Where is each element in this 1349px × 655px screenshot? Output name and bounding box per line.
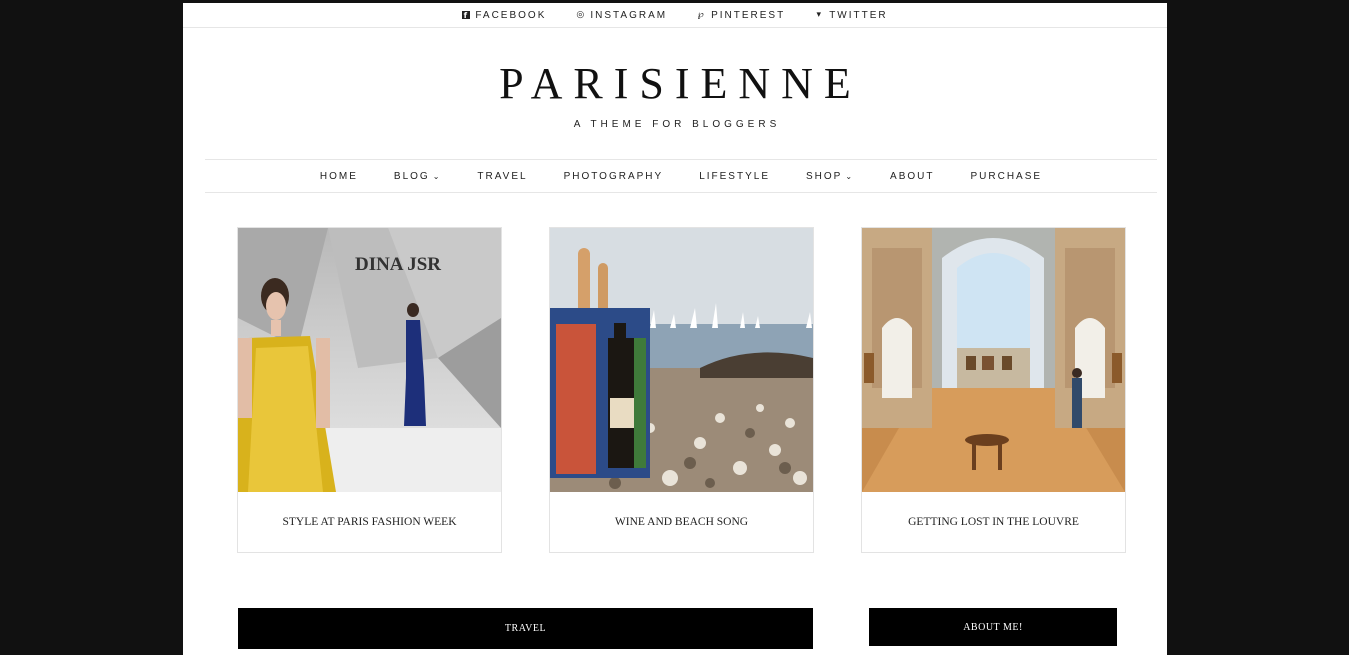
social-bar: f FACEBOOK ◎ INSTAGRAM ℘ PINTEREST ▾ TWI…: [183, 3, 1167, 28]
post-title[interactable]: GETTING LOST IN THE LOUVRE: [862, 492, 1125, 552]
pinterest-icon: ℘: [697, 10, 706, 20]
main-nav: HOME BLOG ⌄ TRAVEL PHOTOGRAPHY LIFESTYLE…: [205, 159, 1157, 193]
pinterest-label: PINTEREST: [711, 9, 786, 21]
louvre-photo: [862, 228, 1125, 492]
facebook-link[interactable]: f FACEBOOK: [462, 10, 546, 21]
twitter-link[interactable]: ▾ TWITTER: [815, 10, 887, 21]
post-title[interactable]: WINE AND BEACH SONG: [550, 492, 813, 552]
nav-item-blog[interactable]: BLOG ⌄: [394, 171, 442, 182]
nav-item-about[interactable]: ABOUT: [890, 171, 934, 182]
beach-photo: [550, 228, 813, 492]
chevron-down-icon: ⌄: [432, 171, 442, 181]
fashion-photo: DINA JSR: [238, 228, 501, 492]
about-me-button[interactable]: ABOUT ME!: [869, 608, 1117, 646]
post-image-fashion[interactable]: DINA JSR: [238, 228, 501, 492]
chevron-down-icon: ⌄: [845, 171, 855, 181]
nav-item-label: ABOUT: [890, 170, 935, 182]
nav-item-label: LIFESTYLE: [699, 170, 770, 182]
nav-item-purchase[interactable]: PURCHASE: [971, 171, 1043, 182]
site-logo[interactable]: PARISIENNE: [183, 58, 1167, 109]
nav-item-label: PURCHASE: [970, 170, 1043, 182]
nav-item-label: TRAVEL: [477, 170, 528, 182]
facebook-icon: f: [462, 11, 471, 20]
nav-item-label: SHOP: [806, 170, 843, 182]
post-image-louvre[interactable]: [862, 228, 1125, 492]
nav-item-photography[interactable]: PHOTOGRAPHY: [564, 171, 664, 182]
instagram-icon: ◎: [576, 10, 587, 20]
pinterest-link[interactable]: ℘ PINTEREST: [697, 10, 785, 21]
travel-section-button[interactable]: TRAVEL: [238, 608, 813, 649]
post-image-beach[interactable]: [550, 228, 813, 492]
banner-text: DINA JSR: [355, 254, 441, 275]
nav-item-label: BLOG: [393, 170, 430, 182]
post-title[interactable]: STYLE AT PARIS FASHION WEEK: [238, 492, 501, 552]
page: f FACEBOOK ◎ INSTAGRAM ℘ PINTEREST ▾ TWI…: [183, 3, 1167, 655]
nav-item-home[interactable]: HOME: [320, 171, 358, 182]
twitter-icon: ▾: [816, 10, 823, 20]
nav-item-label: PHOTOGRAPHY: [563, 170, 664, 182]
site-tagline: A THEME FOR BLOGGERS: [573, 119, 781, 130]
instagram-link[interactable]: ◎ INSTAGRAM: [576, 10, 667, 21]
post-card: DINA JSR STYLE AT PARIS FASHION WEEK: [237, 227, 502, 553]
nav-item-label: HOME: [319, 170, 358, 182]
nav-item-travel[interactable]: TRAVEL: [477, 171, 527, 182]
facebook-label: FACEBOOK: [475, 9, 547, 21]
post-card: WINE AND BEACH SONG: [549, 227, 814, 553]
nav-item-lifestyle[interactable]: LIFESTYLE: [699, 171, 770, 182]
instagram-label: INSTAGRAM: [590, 9, 668, 21]
post-card: GETTING LOST IN THE LOUVRE: [861, 227, 1126, 553]
twitter-label: TWITTER: [829, 9, 888, 21]
nav-item-shop[interactable]: SHOP ⌄: [806, 171, 854, 182]
